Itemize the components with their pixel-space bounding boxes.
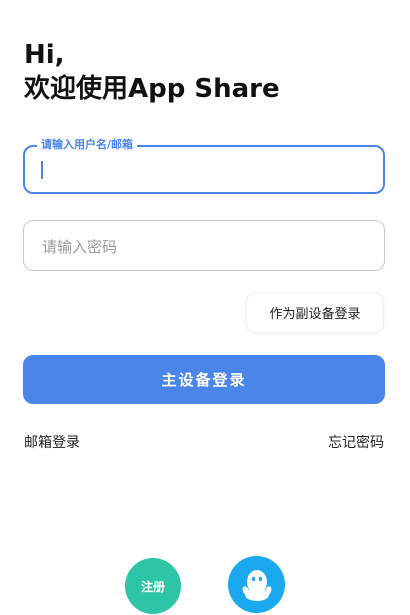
primary-device-login-button[interactable]: 主设备登录 — [23, 355, 385, 404]
greeting-heading: Hi, 欢迎使用App Share — [24, 38, 280, 106]
qq-penguin-icon — [242, 568, 272, 602]
username-field[interactable]: 请输入用户名/邮箱 — [23, 138, 385, 194]
forgot-password-link[interactable]: 忘记密码 — [328, 432, 384, 452]
qq-login-button[interactable] — [228, 556, 285, 613]
email-login-link[interactable]: 邮箱登录 — [24, 432, 80, 452]
password-field[interactable] — [23, 220, 385, 271]
username-input[interactable] — [41, 157, 365, 185]
secondary-device-login-button[interactable]: 作为副设备登录 — [246, 292, 384, 333]
register-button[interactable]: 注册 — [125, 558, 181, 614]
greeting-hi: Hi, — [24, 40, 65, 70]
greeting-welcome: 欢迎使用App Share — [24, 74, 280, 104]
username-label: 请输入用户名/邮箱 — [37, 138, 138, 152]
password-input[interactable] — [40, 233, 364, 261]
